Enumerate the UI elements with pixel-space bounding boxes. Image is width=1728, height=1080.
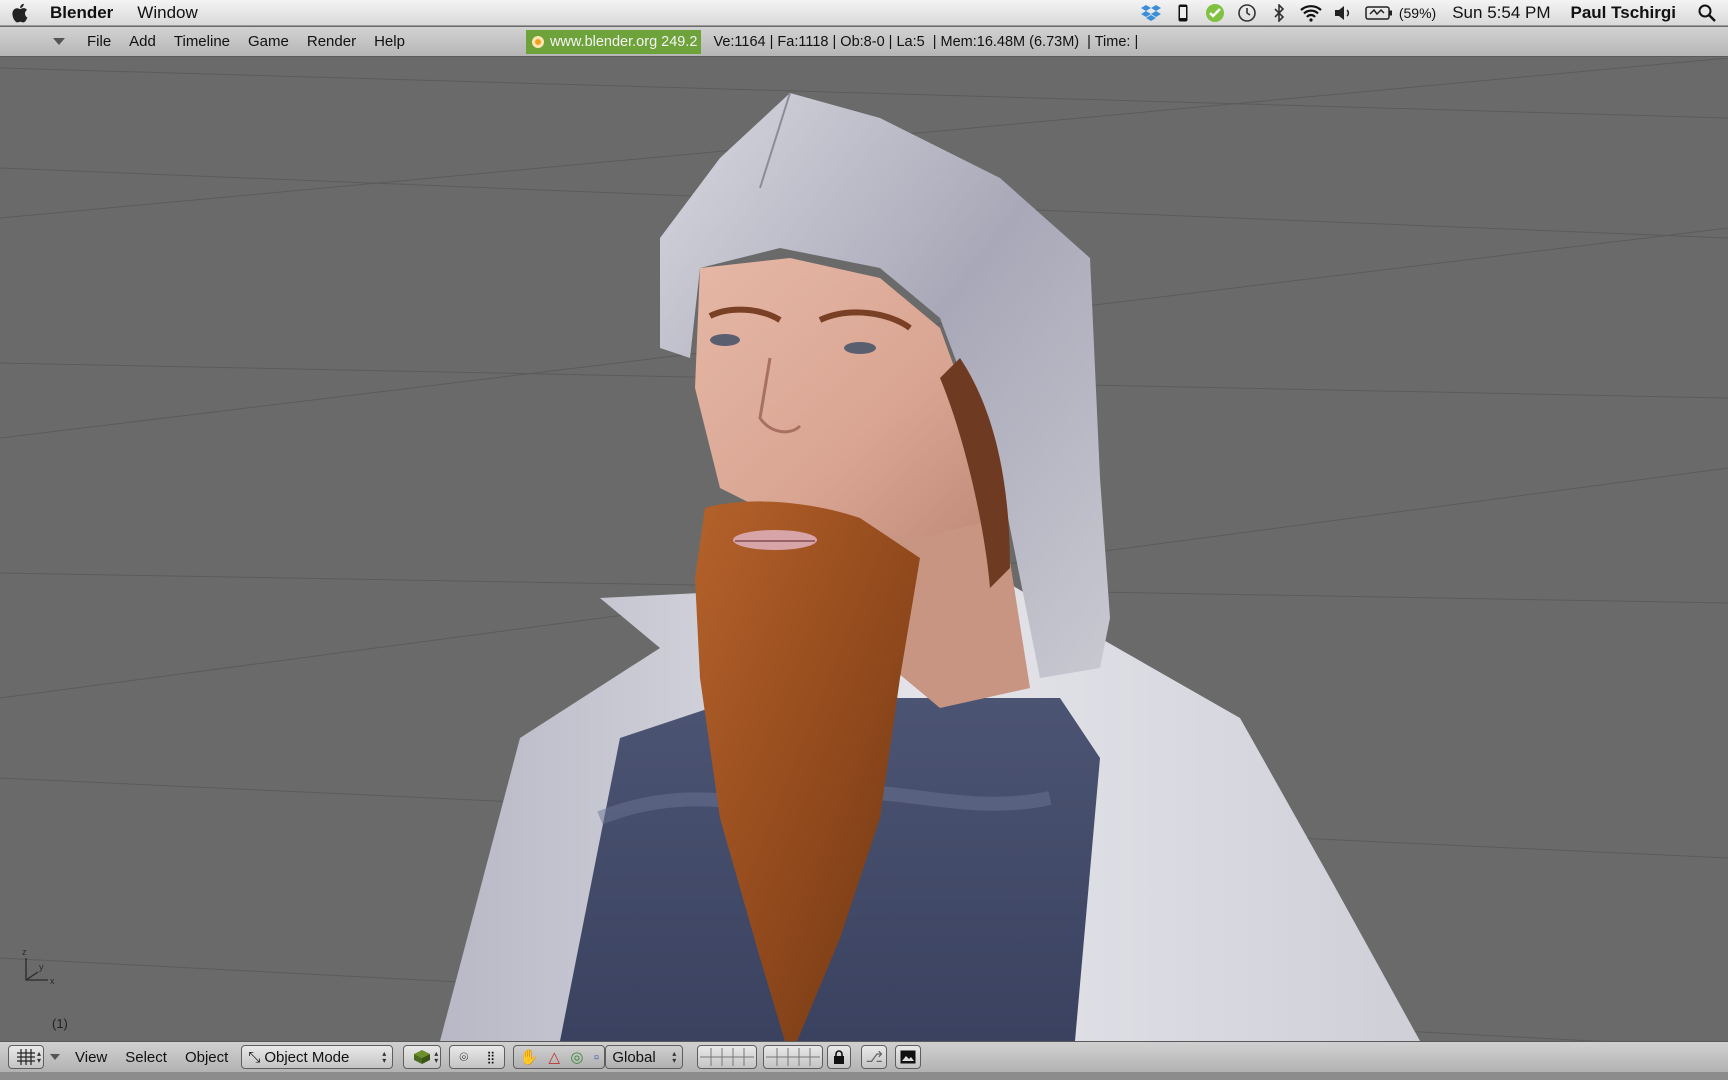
check-shield-icon[interactable] (1199, 0, 1231, 26)
render-icon: ⎇ (865, 1049, 883, 1066)
axis-gizmo-icon: z y x (22, 947, 55, 986)
viewport-scene: z y x (0, 58, 1728, 1041)
header-collapse-icon[interactable] (52, 37, 70, 46)
version-label: www.blender.org 249.2 (549, 33, 698, 50)
pivot-select[interactable]: ⌾ ⣿ (449, 1045, 506, 1069)
layer-buttons-icon (766, 1048, 821, 1066)
orientation-select[interactable]: Global ▴ ▾ (605, 1045, 684, 1069)
status-area: (59%) Sun 5:54 PM Paul Tschirgi (1135, 0, 1728, 25)
axis-label-z: z (22, 947, 27, 957)
editor-type-button[interactable]: ▴ ▾ (8, 1045, 44, 1069)
editor-type-updown-icon: ▴ ▾ (36, 1049, 41, 1065)
layers-group-1[interactable] (697, 1045, 758, 1069)
translate-icon[interactable]: △ (548, 1048, 560, 1066)
lower-panel-edge (0, 1072, 1728, 1080)
axis-label-y: y (39, 962, 44, 972)
time-machine-icon[interactable] (1231, 0, 1263, 26)
object-mode-icon: ⤡ (248, 1048, 261, 1066)
menu-game[interactable]: Game (239, 33, 298, 50)
spotlight-icon[interactable] (1686, 0, 1728, 26)
battery-icon[interactable] (1359, 0, 1399, 26)
orientation-updown-icon: ▴ ▾ (672, 1049, 677, 1065)
manipulator-group[interactable]: ✋ △ ◎ ▫ (513, 1045, 606, 1069)
volume-icon[interactable] (1327, 0, 1359, 26)
layer-buttons-icon (700, 1048, 755, 1066)
scale-icon[interactable]: ▫ (594, 1049, 599, 1066)
menu-select[interactable]: Select (116, 1049, 176, 1066)
mode-select[interactable]: ⤡ Object Mode ▴ ▾ (241, 1045, 394, 1069)
draw-type-select[interactable]: ▴ ▾ (403, 1045, 442, 1069)
3d-viewport[interactable]: z y x (1) (0, 58, 1728, 1041)
menu-object[interactable]: Object (176, 1049, 237, 1066)
menu-add[interactable]: Add (120, 33, 165, 50)
user-name[interactable]: Paul Tschirgi (1561, 3, 1687, 23)
app-menu-blender[interactable]: Blender (42, 3, 125, 23)
dropbox-icon[interactable] (1135, 0, 1167, 26)
pivot-icon: ⌾ (459, 1048, 469, 1066)
layers-group-2[interactable] (763, 1045, 824, 1069)
draw-type-updown-icon: ▴ ▾ (434, 1049, 439, 1065)
mode-label: Object Mode (264, 1048, 350, 1066)
menu-window[interactable]: Window (125, 3, 209, 23)
opengl-render-button[interactable] (895, 1045, 922, 1069)
lock-button[interactable] (827, 1045, 852, 1069)
scene-stats: Ve:1164 | Fa:1118 | Ob:8-0 | La:5 | Mem:… (713, 33, 1139, 50)
snap-grid-icon: ⣿ (486, 1050, 496, 1064)
menu-render[interactable]: Render (298, 33, 365, 50)
textured-draw-icon (414, 1050, 431, 1064)
viewport-header: ▴ ▾ View Select Object ⤡ Object Mode ▴ ▾ ▴… (0, 1041, 1728, 1072)
menu-help[interactable]: Help (365, 33, 414, 50)
blender-version-badge[interactable]: www.blender.org 249.2 (525, 29, 702, 54)
mode-updown-icon: ▴ ▾ (382, 1049, 387, 1065)
rotate-icon[interactable]: ◎ (570, 1048, 583, 1066)
blender-logo-icon (531, 35, 544, 48)
axis-label-x: x (50, 976, 55, 986)
wifi-icon[interactable] (1295, 0, 1327, 26)
blender-info-header: File Add Timeline Game Render Help www.b… (0, 27, 1728, 57)
hand-icon[interactable]: ✋ (519, 1048, 538, 1066)
apple-icon[interactable] (0, 3, 42, 23)
menu-timeline[interactable]: Timeline (165, 33, 239, 50)
mac-menubar: Blender Window (59%) Sun 5:54 PM Paul Ts… (0, 0, 1728, 26)
grid-icon (17, 1049, 35, 1065)
menu-file[interactable]: File (78, 33, 120, 50)
render-preview-button[interactable]: ⎇ (861, 1045, 888, 1069)
clock[interactable]: Sun 5:54 PM (1442, 3, 1560, 23)
bluetooth-icon[interactable] (1263, 0, 1295, 26)
image-icon (900, 1050, 916, 1064)
lock-icon (834, 1050, 845, 1064)
frame-number: (1) (52, 1016, 68, 1031)
phone-icon[interactable] (1167, 0, 1199, 26)
battery-percent: (59%) (1398, 4, 1437, 21)
header-collapse-icon[interactable] (44, 1053, 66, 1061)
menu-view[interactable]: View (66, 1049, 116, 1066)
orientation-label: Global (612, 1048, 656, 1066)
